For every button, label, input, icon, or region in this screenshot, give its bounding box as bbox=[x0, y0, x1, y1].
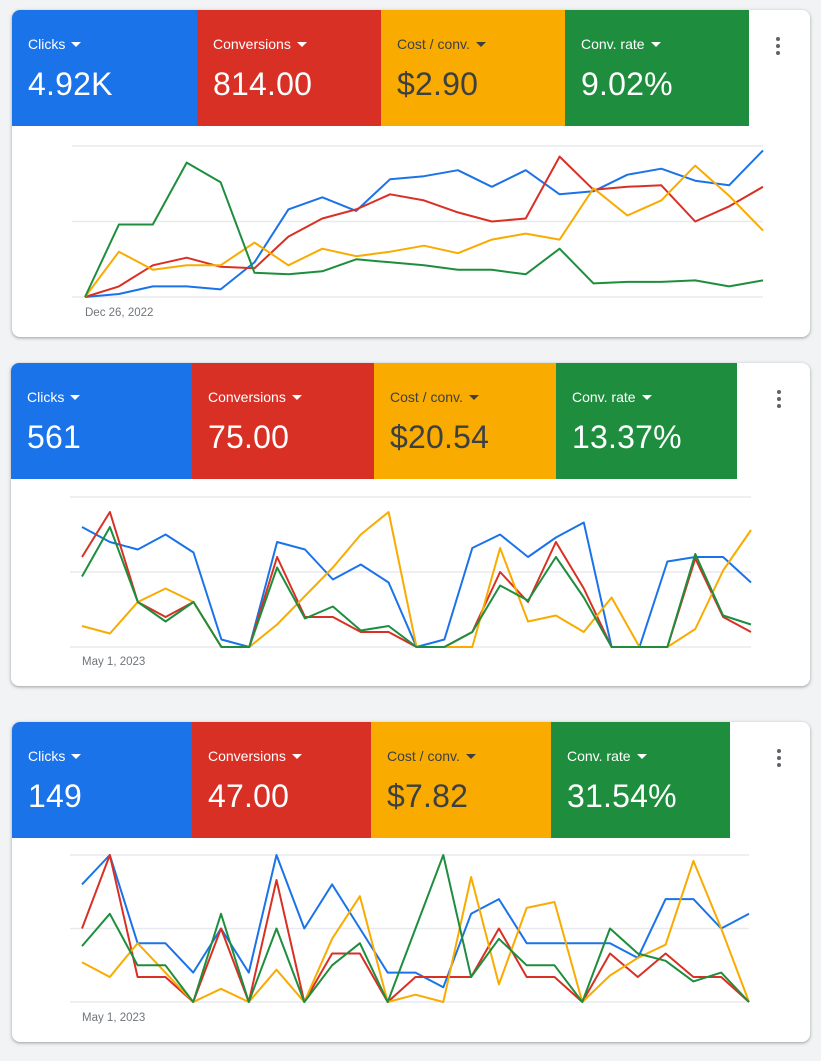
metric-label: Clicks bbox=[27, 389, 65, 405]
line-chart bbox=[70, 854, 750, 1003]
metric-value: 4.92K bbox=[28, 66, 113, 102]
dropdown-caret-icon bbox=[465, 754, 476, 759]
dropdown-caret-icon bbox=[475, 42, 486, 47]
metric-label: Conv. rate bbox=[581, 36, 645, 52]
dropdown-caret-icon bbox=[71, 754, 82, 759]
dropdown-caret-icon bbox=[636, 754, 647, 759]
more-vert-icon[interactable] bbox=[767, 387, 791, 411]
x-axis-start-label: Dec 26, 2022 bbox=[85, 307, 154, 319]
metric-tile-cost-per-conv[interactable]: Cost / conv. $2.90 bbox=[381, 10, 565, 126]
metric-value: 31.54% bbox=[567, 778, 677, 814]
metric-label: Cost / conv. bbox=[390, 389, 463, 405]
metric-value: 9.02% bbox=[581, 66, 673, 102]
metric-tile-cost-per-conv[interactable]: Cost / conv. $20.54 bbox=[374, 363, 556, 479]
dropdown-caret-icon bbox=[296, 42, 307, 47]
card-3: Clicks 149 Conversions 47.00 Cost / conv… bbox=[12, 722, 810, 1042]
dropdown-caret-icon bbox=[291, 395, 302, 400]
metric-label: Conv. rate bbox=[567, 748, 631, 764]
dropdown-caret-icon bbox=[70, 395, 81, 400]
metric-label: Conversions bbox=[213, 36, 291, 52]
card-1: Clicks 4.92K Conversions 814.00 Cost / c… bbox=[12, 10, 810, 337]
metric-label: Clicks bbox=[28, 36, 66, 52]
line-chart bbox=[72, 145, 764, 298]
metric-label: Conv. rate bbox=[572, 389, 636, 405]
series-line-clicks bbox=[84, 149, 764, 298]
metric-tile-conv-rate[interactable]: Conv. rate 9.02% bbox=[565, 10, 749, 126]
line-chart bbox=[70, 496, 752, 648]
metric-label: Conversions bbox=[208, 748, 286, 764]
metric-value: 561 bbox=[27, 419, 81, 455]
dropdown-caret-icon bbox=[71, 42, 82, 47]
metric-value: $20.54 bbox=[390, 419, 490, 455]
metric-value: 13.37% bbox=[572, 419, 682, 455]
metric-tile-conversions[interactable]: Conversions 75.00 bbox=[192, 363, 374, 479]
metric-tile-conv-rate[interactable]: Conv. rate 13.37% bbox=[556, 363, 737, 479]
metric-label: Conversions bbox=[208, 389, 286, 405]
metric-tile-conversions[interactable]: Conversions 47.00 bbox=[192, 722, 371, 838]
metric-tiles: Clicks 149 Conversions 47.00 Cost / conv… bbox=[12, 722, 730, 838]
dropdown-caret-icon bbox=[291, 754, 302, 759]
series-line-cost-conv bbox=[81, 511, 752, 648]
more-vert-icon[interactable] bbox=[767, 746, 791, 770]
x-axis-start-label: May 1, 2023 bbox=[82, 1012, 146, 1024]
metric-tile-clicks[interactable]: Clicks 4.92K bbox=[12, 10, 197, 126]
more-vert-icon[interactable] bbox=[766, 34, 790, 58]
dropdown-caret-icon bbox=[641, 395, 652, 400]
metric-value: 149 bbox=[28, 778, 82, 814]
dropdown-caret-icon bbox=[650, 42, 661, 47]
metric-tiles: Clicks 561 Conversions 75.00 Cost / conv… bbox=[11, 363, 737, 479]
metric-value: $2.90 bbox=[397, 66, 479, 102]
metric-tile-cost-per-conv[interactable]: Cost / conv. $7.82 bbox=[371, 722, 551, 838]
x-axis-start-label: May 1, 2023 bbox=[82, 656, 146, 668]
card-2: Clicks 561 Conversions 75.00 Cost / conv… bbox=[11, 363, 810, 686]
metric-tile-conv-rate[interactable]: Conv. rate 31.54% bbox=[551, 722, 730, 838]
dropdown-caret-icon bbox=[468, 395, 479, 400]
metric-tile-clicks[interactable]: Clicks 561 bbox=[11, 363, 192, 479]
series-line-clicks bbox=[81, 521, 752, 648]
series-line-conversions bbox=[81, 511, 752, 648]
metric-label: Cost / conv. bbox=[387, 748, 460, 764]
series-line-cost-conv bbox=[81, 859, 750, 1003]
metric-tiles: Clicks 4.92K Conversions 814.00 Cost / c… bbox=[12, 10, 749, 126]
metric-value: 814.00 bbox=[213, 66, 313, 102]
metric-tile-conversions[interactable]: Conversions 814.00 bbox=[197, 10, 381, 126]
metric-label: Cost / conv. bbox=[397, 36, 470, 52]
metric-tile-clicks[interactable]: Clicks 149 bbox=[12, 722, 192, 838]
series-line-conversions bbox=[84, 155, 764, 298]
metric-value: $7.82 bbox=[387, 778, 469, 814]
metric-label: Clicks bbox=[28, 748, 66, 764]
metric-value: 75.00 bbox=[208, 419, 290, 455]
series-line-conv-rate bbox=[84, 161, 764, 298]
metric-value: 47.00 bbox=[208, 778, 290, 814]
